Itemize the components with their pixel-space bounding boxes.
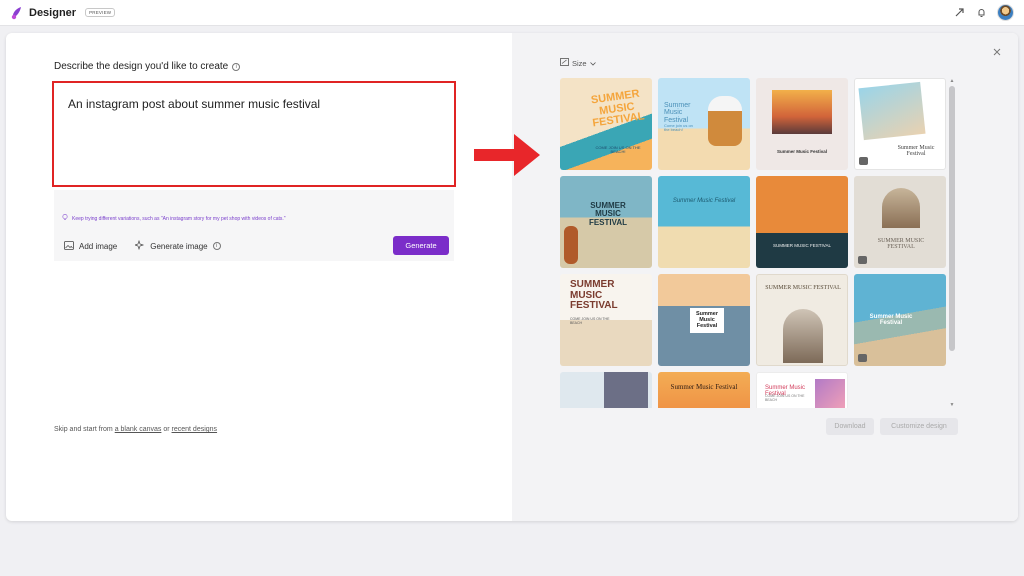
design-tile[interactable]: Summer Music Festival COME JOIN US ON TH… — [756, 372, 848, 408]
close-icon[interactable] — [990, 45, 1004, 59]
blank-canvas-link[interactable]: a blank canvas — [115, 426, 162, 433]
add-image-button[interactable]: Add image — [64, 240, 117, 252]
bell-icon[interactable] — [975, 7, 987, 19]
tip: Keep trying different variations, such a… — [62, 214, 286, 223]
tile-title: SUMMER MUSIC FESTIVAL — [590, 87, 646, 130]
prompt-heading: Describe the design you'd like to create… — [54, 61, 241, 72]
video-icon — [859, 157, 868, 165]
size-label: Size — [572, 58, 587, 68]
generate-button[interactable]: Generate — [393, 236, 449, 255]
arrow-annotation — [470, 130, 542, 180]
design-tile[interactable]: SUMMER MUSIC FESTIVAL — [756, 274, 848, 366]
design-tile[interactable]: Summer Music Festival — [658, 176, 750, 268]
lightbulb-icon — [62, 214, 68, 223]
resize-icon — [560, 58, 569, 68]
download-button[interactable]: Download — [826, 418, 874, 435]
recent-designs-link[interactable]: recent designs — [172, 426, 218, 433]
share-icon[interactable] — [953, 7, 965, 19]
tile-title: Summer Music Festival — [664, 102, 691, 124]
guitar-image — [564, 226, 578, 264]
generate-image-button[interactable]: Generate image i — [134, 239, 221, 252]
generate-image-label: Generate image — [150, 241, 208, 251]
scroll-down-icon[interactable]: ▼ — [948, 402, 956, 408]
tip-text: Keep trying different variations, such a… — [72, 215, 286, 222]
image-icon — [64, 240, 74, 252]
sunset-photo — [772, 90, 832, 134]
tile-title: Summer Music Festival — [670, 383, 738, 391]
design-tile[interactable]: SUMMER MUSIC FESTIVAL — [756, 176, 848, 268]
design-tile[interactable]: Summer Music Festival — [756, 78, 848, 170]
design-tile[interactable]: SUMMER MUSIC FESTIVAL COME JOIN US ON TH… — [560, 274, 652, 366]
tile-subtitle: COME JOIN US ON THE BEACH — [765, 394, 805, 402]
app-title: Designer — [29, 6, 77, 19]
tile-title: SUMMER MUSIC FESTIVAL — [877, 238, 925, 251]
video-icon — [858, 354, 867, 362]
tile-title: SUMMER MUSIC FESTIVAL — [765, 285, 841, 291]
tile-subtitle: Come join us on the beach! — [664, 123, 693, 133]
info-icon[interactable]: i — [232, 62, 241, 71]
sparkle-icon — [134, 239, 145, 252]
gallery-scrollbar[interactable]: ▲ ▼ — [948, 78, 956, 408]
design-tile[interactable]: SUMMER MUSIC FESTIVAL COME JOIN US ON TH… — [560, 78, 652, 170]
tile-subtitle: COME JOIN US ON THE BEACH! — [595, 145, 641, 155]
design-tile[interactable]: Summer Music Festival — [854, 274, 946, 366]
arch-photo — [882, 188, 920, 228]
tile-title: Summer Music Festival — [897, 145, 935, 158]
ukulele-image — [708, 96, 742, 146]
user-avatar[interactable] — [997, 4, 1014, 21]
scroll-up-icon[interactable]: ▲ — [948, 78, 956, 84]
tile-title: Summer Music Festival — [869, 314, 913, 327]
tile-subtitle: COME JOIN US ON THE BEACH — [570, 317, 610, 325]
design-tile[interactable]: SUMMER MUSIC FESTIVAL — [854, 176, 946, 268]
design-tile[interactable]: Summer Music Festival — [658, 372, 750, 408]
design-gallery: SUMMER MUSIC FESTIVAL COME JOIN US ON TH… — [560, 78, 960, 408]
video-icon — [858, 256, 867, 264]
design-tile[interactable]: SUMMER MUSIC FESTIVAL — [560, 176, 652, 268]
prompt-toolbar: Keep trying different variations, such a… — [54, 190, 454, 261]
tile-title: Summer Music Festival — [672, 198, 736, 204]
preview-badge: PREVIEW — [85, 8, 116, 17]
customize-design-button[interactable]: Customize design — [880, 418, 958, 435]
design-tile[interactable]: Summer Music Festival — [854, 78, 946, 170]
design-tile[interactable]: Summer Music Festival Come join us on th… — [658, 78, 750, 170]
tile-title: SUMMER MUSIC FESTIVAL — [570, 279, 618, 311]
design-photo — [604, 372, 648, 408]
designer-logo-icon — [10, 6, 24, 20]
size-dropdown[interactable]: Size — [560, 58, 596, 68]
arch-photo — [783, 309, 823, 363]
top-bar: Designer PREVIEW — [0, 0, 1024, 26]
chevron-down-icon — [589, 59, 596, 68]
app-logo[interactable]: Designer PREVIEW — [10, 6, 116, 20]
tile-title: Summer Music Festival — [690, 308, 724, 334]
skip-or: or — [161, 426, 172, 433]
design-tile[interactable]: Summer Music Festival — [658, 274, 750, 366]
add-image-label: Add image — [79, 241, 118, 251]
prompt-text: An instagram post about summer music fes… — [68, 97, 321, 111]
design-tile[interactable] — [560, 372, 652, 408]
tile-title: Summer Music Festival — [776, 149, 828, 154]
scroll-thumb[interactable] — [949, 86, 955, 351]
tile-title: SUMMER MUSIC FESTIVAL — [588, 201, 628, 227]
beach-photo — [858, 81, 926, 141]
design-photo — [815, 379, 845, 408]
skip-prefix: Skip and start from — [54, 426, 115, 433]
info-icon[interactable]: i — [212, 242, 221, 250]
prompt-label: Describe the design you'd like to create — [54, 61, 229, 72]
tile-title: SUMMER MUSIC FESTIVAL — [773, 243, 831, 248]
skip-line: Skip and start from a blank canvas or re… — [54, 426, 217, 433]
prompt-input[interactable]: An instagram post about summer music fes… — [52, 81, 456, 187]
